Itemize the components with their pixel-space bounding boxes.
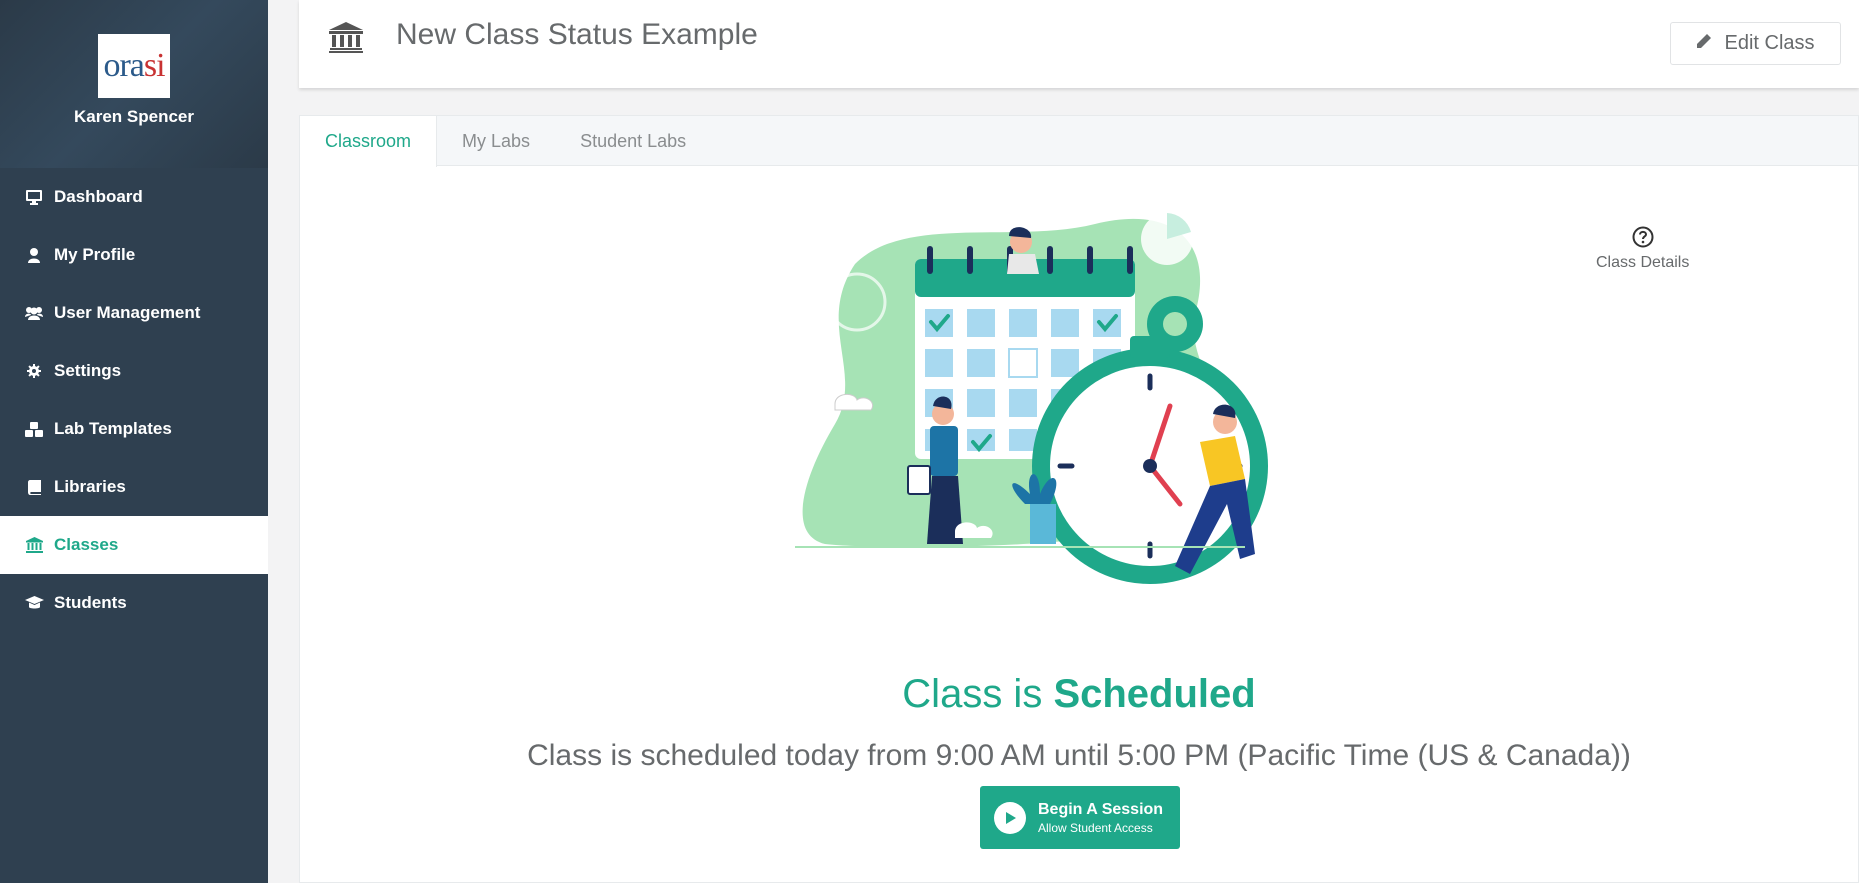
status-state: Scheduled [1053, 672, 1256, 716]
sidebar: ora si Karen Spencer Dashboard My Profile… [0, 0, 268, 883]
page-title: New Class Status Example [396, 18, 758, 51]
company-logo: ora si [98, 34, 170, 98]
status-prefix: Class is [902, 672, 1054, 716]
sidebar-item-libraries[interactable]: Libraries [0, 458, 268, 516]
sidebar-item-label: My Profile [54, 245, 136, 264]
tab-bar: Classroom My Labs Student Labs [300, 116, 1858, 167]
user-name[interactable]: Karen Spencer [74, 107, 194, 127]
sidebar-item-dashboard[interactable]: Dashboard [0, 168, 268, 226]
sidebar-item-user-management[interactable]: User Management [0, 284, 268, 342]
book-icon [24, 477, 44, 497]
sidebar-item-lab-templates[interactable]: Lab Templates [0, 400, 268, 458]
graduation-cap-icon [24, 593, 44, 613]
sidebar-item-label: Settings [54, 361, 122, 380]
sidebar-item-label: Dashboard [54, 187, 143, 206]
profile-block: ora si Karen Spencer [0, 0, 268, 168]
class-panel: Classroom My Labs Student Labs Class Det… [299, 115, 1859, 883]
sidebar-item-label: User Management [54, 303, 201, 322]
user-icon [24, 245, 44, 265]
page-header: New Class Status Example Edit Class [299, 0, 1859, 88]
edit-class-label: Edit Class [1724, 32, 1815, 54]
bank-icon [329, 22, 363, 58]
schedule-text: Class is scheduled today from 9:00 AM un… [527, 739, 1631, 772]
class-details-link[interactable]: Class Details [1596, 226, 1689, 272]
scheduled-illustration [795, 204, 1315, 617]
begin-session-subtitle: Allow Student Access [1038, 820, 1153, 835]
edit-class-button[interactable]: Edit Class [1670, 22, 1841, 65]
sidebar-item-settings[interactable]: Settings [0, 342, 268, 400]
monitor-icon [24, 187, 44, 207]
bank-icon [24, 535, 44, 555]
begin-session-title: Begin A Session [1038, 800, 1164, 818]
tab-student-labs[interactable]: Student Labs [555, 116, 711, 166]
sidebar-item-label: Classes [54, 535, 119, 554]
pencil-icon [1696, 32, 1712, 55]
sidebar-item-students[interactable]: Students [0, 574, 268, 632]
tab-my-labs[interactable]: My Labs [437, 116, 555, 166]
sidebar-nav: Dashboard My Profile User Management Set… [0, 168, 268, 632]
class-details-label: Class Details [1596, 254, 1690, 271]
sidebar-item-classes[interactable]: Classes [0, 516, 268, 574]
play-icon [994, 801, 1026, 834]
begin-session-button[interactable]: Begin A Session Allow Student Access [980, 786, 1180, 849]
question-circle-icon [1632, 226, 1654, 248]
tab-classroom[interactable]: Classroom [300, 116, 438, 167]
sidebar-item-label: Libraries [54, 477, 126, 496]
sidebar-item-label: Lab Templates [54, 419, 172, 438]
class-status-heading: Class is Scheduled [300, 672, 1858, 717]
users-icon [24, 303, 44, 323]
sidebar-item-my-profile[interactable]: My Profile [0, 226, 268, 284]
gear-icon [24, 361, 44, 381]
sidebar-item-label: Students [54, 593, 127, 612]
cubes-icon [24, 419, 44, 439]
